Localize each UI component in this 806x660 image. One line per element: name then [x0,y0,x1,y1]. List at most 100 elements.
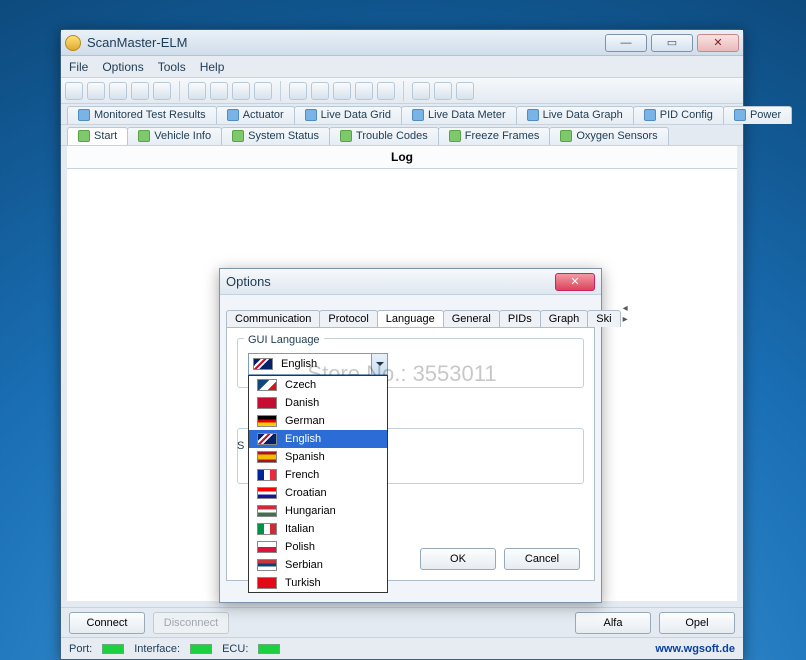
tab-icon [734,109,746,121]
app-window: ScanMaster-ELM — ▭ ✕ File Options Tools Hel… [60,29,744,660]
toolbar-icon-14[interactable] [412,82,430,100]
tab-icon [78,109,90,121]
toolbar-icon-8[interactable] [254,82,272,100]
dialog-tab-language[interactable]: Language [377,310,444,327]
flag-icon [257,541,277,553]
tab-start[interactable]: Start [67,127,128,145]
tab-live-data-graph[interactable]: Live Data Graph [516,106,634,124]
language-option-polish[interactable]: Polish [249,538,387,556]
tab-scroll-right[interactable]: ▸ [623,314,628,325]
toolbar-icon-10[interactable] [311,82,329,100]
language-option-danish[interactable]: Danish [249,394,387,412]
flag-icon [257,379,277,391]
dialog-tab-ski[interactable]: Ski [587,310,620,327]
status-interface-label: Interface: [134,643,180,655]
toolbar-icon-6[interactable] [210,82,228,100]
flag-icon [257,523,277,535]
minimize-button[interactable]: — [605,34,647,52]
close-button[interactable]: ✕ [697,34,739,52]
language-option-english[interactable]: English [249,430,387,448]
toolbar-icon-7[interactable] [232,82,250,100]
dialog-tab-communication[interactable]: Communication [226,310,320,327]
language-option-spanish[interactable]: Spanish [249,448,387,466]
flag-icon [257,397,277,409]
chevron-down-icon[interactable] [371,354,387,374]
menu-tools[interactable]: Tools [158,60,186,74]
tab-oxygen-sensors[interactable]: Oxygen Sensors [549,127,668,145]
menu-help[interactable]: Help [200,60,225,74]
language-option-croatian[interactable]: Croatian [249,484,387,502]
tab-label: Live Data Meter [428,109,506,121]
dialog-tab-general[interactable]: General [443,310,500,327]
flag-icon [257,451,277,463]
language-option-label: Czech [285,379,316,391]
tab-vehicle-info[interactable]: Vehicle Info [127,127,222,145]
interface-led-icon [190,644,212,654]
toolbar-icon-0[interactable] [65,82,83,100]
language-selected: English [277,358,371,370]
titlebar: ScanMaster-ELM — ▭ ✕ [61,30,743,56]
menu-options[interactable]: Options [102,60,143,74]
tab-icon [340,130,352,142]
language-option-german[interactable]: German [249,412,387,430]
window-title: ScanMaster-ELM [87,35,605,50]
connect-button[interactable]: Connect [69,612,145,634]
toolbar-icon-15[interactable] [434,82,452,100]
ok-button[interactable]: OK [420,548,496,570]
cancel-button[interactable]: Cancel [504,548,580,570]
toolbar-icon-3[interactable] [131,82,149,100]
tab-power[interactable]: Power [723,106,792,124]
toolbar-icon-4[interactable] [153,82,171,100]
dialog-tab-graph[interactable]: Graph [540,310,589,327]
opel-button[interactable]: Opel [659,612,735,634]
tab-system-status[interactable]: System Status [221,127,330,145]
flag-icon [257,415,277,427]
tab-label: Start [94,130,117,142]
toolbar-icon-2[interactable] [109,82,127,100]
gui-language-fieldset: GUI Language English CzechDanishGermanEn… [237,338,584,388]
language-option-label: English [285,433,321,445]
toolbar-icon-12[interactable] [355,82,373,100]
log-header: Log [67,146,737,169]
tab-pid-config[interactable]: PID Config [633,106,724,124]
tab-icon [78,130,90,142]
website-link[interactable]: www.wgsoft.de [655,643,735,655]
language-option-label: Turkish [285,577,321,589]
dialog-tab-pids[interactable]: PIDs [499,310,541,327]
tab-monitored-test-results[interactable]: Monitored Test Results [67,106,217,124]
menu-file[interactable]: File [69,60,88,74]
tab-scroll-left[interactable]: ◂ [623,303,628,314]
toolbar-icon-9[interactable] [289,82,307,100]
flag-icon [257,487,277,499]
tab-icon [560,130,572,142]
toolbar-icon-5[interactable] [188,82,206,100]
tabrow-upper: Monitored Test Results Actuator Live Data … [61,104,743,125]
tab-icon [412,109,424,121]
language-option-czech[interactable]: Czech [249,376,387,394]
language-option-serbian[interactable]: Serbian [249,556,387,574]
statusbar: Port: Interface: ECU: www.wgsoft.de [61,637,743,659]
tab-icon [232,130,244,142]
tab-label: Live Data Grid [321,109,391,121]
tab-live-data-meter[interactable]: Live Data Meter [401,106,517,124]
tab-actuator[interactable]: Actuator [216,106,295,124]
dialog-close-button[interactable]: ✕ [555,273,595,291]
toolbar-icon-16[interactable] [456,82,474,100]
language-combobox[interactable]: English CzechDanishGermanEnglishSpanishF… [248,353,388,375]
toolbar-icon-11[interactable] [333,82,351,100]
toolbar-icon-1[interactable] [87,82,105,100]
tab-trouble-codes[interactable]: Trouble Codes [329,127,439,145]
language-option-french[interactable]: French [249,466,387,484]
tab-icon [138,130,150,142]
dialog-tab-protocol[interactable]: Protocol [319,310,377,327]
tab-label: Monitored Test Results [94,109,206,121]
alfa-button[interactable]: Alfa [575,612,651,634]
tab-freeze-frames[interactable]: Freeze Frames [438,127,551,145]
language-option-hungarian[interactable]: Hungarian [249,502,387,520]
flag-icon [257,559,277,571]
toolbar-icon-13[interactable] [377,82,395,100]
tab-live-data-grid[interactable]: Live Data Grid [294,106,402,124]
language-option-turkish[interactable]: Turkish [249,574,387,592]
language-option-italian[interactable]: Italian [249,520,387,538]
maximize-button[interactable]: ▭ [651,34,693,52]
